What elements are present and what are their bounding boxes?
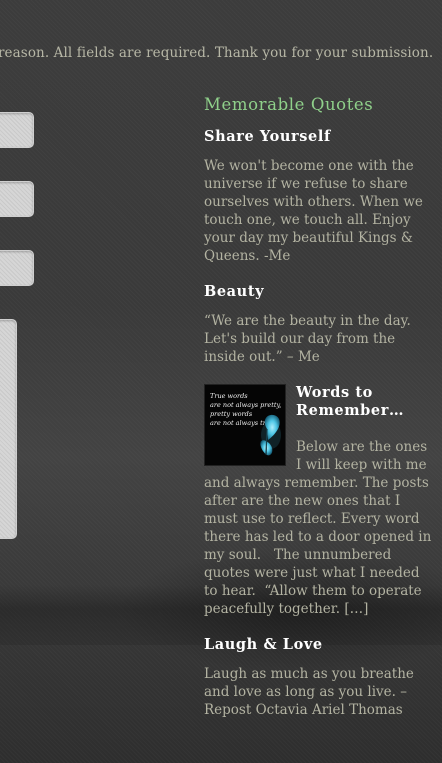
post-title-link[interactable]: Beauty bbox=[204, 283, 436, 300]
post-title-link[interactable]: Share Yourself bbox=[204, 128, 436, 145]
post-excerpt: We won't become one with the universe if… bbox=[204, 158, 423, 264]
form-notice-text: reason. All fields are required. Thank y… bbox=[0, 45, 434, 61]
widget-title: Memorable Quotes bbox=[204, 95, 374, 114]
post-excerpt: Laugh as much as you breathe and love as… bbox=[204, 666, 414, 718]
post-excerpt: “We are the beauty in the day. Let's bui… bbox=[204, 313, 411, 365]
post-title-link[interactable]: Laugh & Love bbox=[204, 636, 436, 653]
subject-field[interactable] bbox=[0, 250, 34, 286]
post-laugh-and-love: Laugh & Love Laugh as much as you breath… bbox=[204, 636, 436, 719]
butterfly-icon bbox=[260, 414, 281, 456]
post-words-to-remember: True words are not always pretty, pretty… bbox=[204, 384, 436, 636]
post-thumbnail-image[interactable]: True words are not always pretty, pretty… bbox=[204, 384, 286, 466]
post-beauty: Beauty “We are the beauty in the day. Le… bbox=[204, 283, 436, 366]
email-field[interactable] bbox=[0, 181, 34, 217]
sidebar-memorable-quotes: Memorable Quotes Share Yourself We won't… bbox=[204, 95, 436, 737]
message-textarea[interactable] bbox=[0, 319, 17, 539]
read-more-link[interactable]: […] bbox=[344, 601, 368, 617]
post-share-yourself: Share Yourself We won't become one with … bbox=[204, 128, 436, 265]
name-field[interactable] bbox=[0, 112, 34, 148]
